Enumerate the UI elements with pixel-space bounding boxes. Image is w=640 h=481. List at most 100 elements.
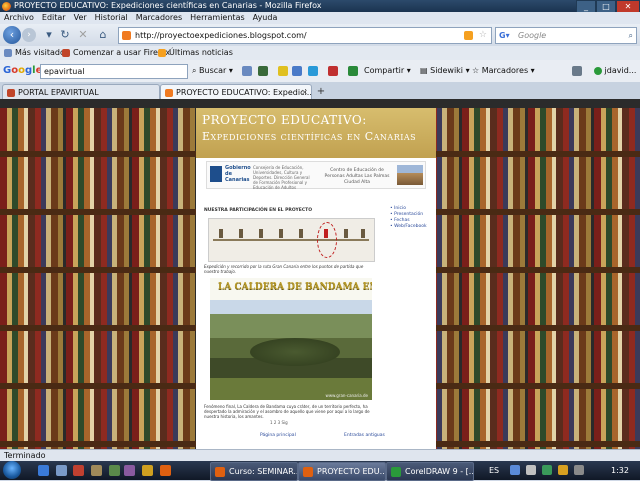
bookmark-star-icon[interactable]: ☆ <box>479 28 487 43</box>
sidebar-link-label: Web/Facebook <box>394 224 427 229</box>
star-folder-icon <box>4 48 12 57</box>
tray-icon[interactable] <box>558 465 568 475</box>
page-viewport: PROYECTO EDUCATIVO: Expediciones científ… <box>0 99 640 449</box>
timeline-marker <box>344 229 348 238</box>
tray-volume-icon[interactable] <box>574 465 584 475</box>
blog-sidebar: • Inicio • Presentación • Fechas • Web/F… <box>390 206 427 230</box>
quicklaunch-app-icon[interactable] <box>142 465 153 476</box>
firefox-icon <box>215 466 225 477</box>
blogger-navbar <box>0 99 640 108</box>
home-icon[interactable]: ⌂ <box>96 28 110 42</box>
address-bar[interactable]: http://proyectoexpediciones.blogspot.com… <box>118 27 492 44</box>
search-bar[interactable]: G▾ Google ⌕ <box>495 27 637 44</box>
taskbar-item-coreldraw[interactable]: CorelDRAW 9 - [... <box>386 462 474 481</box>
quicklaunch-folder-icon[interactable] <box>91 465 102 476</box>
tab-portal-epavirtual[interactable]: PORTAL EPAVIRTUAL <box>2 84 160 100</box>
quicklaunch-desktop-icon[interactable] <box>56 465 67 476</box>
task-label: PROYECTO EDU... <box>317 467 386 476</box>
rss-icon <box>158 48 166 57</box>
photo-credit: www.gran-canaria.de <box>325 393 368 398</box>
timeline-marker <box>361 229 365 238</box>
toolbar-icon-1[interactable] <box>242 66 252 76</box>
menu-historial[interactable]: Historial <box>91 12 132 24</box>
post-pager[interactable]: 1 2 3 Sig <box>270 420 288 425</box>
sidewiki-button[interactable]: ▤ Sidewiki ▾ <box>420 60 470 82</box>
timeline-marker <box>259 229 263 238</box>
bookmark-ultimas-noticias[interactable]: Últimas noticias <box>158 46 233 60</box>
sidebar-link-label: Fechas <box>394 218 410 223</box>
start-button[interactable] <box>3 461 21 479</box>
menu-ver[interactable]: Ver <box>70 12 91 24</box>
quicklaunch-firefox-icon[interactable] <box>160 465 171 476</box>
sidebar-link-label: Presentación <box>394 212 424 217</box>
language-indicator[interactable]: ES <box>489 461 499 480</box>
quicklaunch-ie-icon[interactable] <box>38 465 49 476</box>
plus-icon[interactable] <box>308 66 318 76</box>
translate-icon[interactable] <box>348 66 358 76</box>
caldera-photo: LA CALDERA DE BANDAMA EN GRAN CANARIA ww… <box>210 278 372 400</box>
post-body: Fenómeno final, La Caldera de Bandama cu… <box>204 404 370 419</box>
sidebar-link-web[interactable]: • Web/Facebook <box>390 224 427 230</box>
dropdown-icon[interactable]: ▾ <box>42 28 56 42</box>
new-tab-button[interactable]: + <box>314 85 328 98</box>
menu-herramientas[interactable]: Herramientas <box>186 12 249 24</box>
toolbar-icon-3[interactable] <box>278 66 288 76</box>
search-placeholder: Google <box>518 31 547 40</box>
clock[interactable]: 1:32 <box>611 461 629 480</box>
firefox-bookmark-icon <box>62 48 70 57</box>
google-search-engine-icon[interactable]: G▾ <box>499 28 510 43</box>
coreldraw-icon <box>391 466 401 477</box>
tray-icon[interactable] <box>526 465 536 475</box>
tray-network-icon[interactable] <box>510 465 520 475</box>
toolbar-icon-2[interactable] <box>258 66 268 76</box>
marcadores-button[interactable]: ☆ Marcadores ▾ <box>472 60 535 82</box>
quicklaunch-app-icon[interactable] <box>109 465 120 476</box>
bookmark-mas-visitados[interactable]: Más visitados <box>4 46 69 60</box>
expedition-timeline-image <box>208 218 375 262</box>
close-tab-icon[interactable]: ✕ <box>301 85 308 100</box>
reload-icon[interactable]: ↻ <box>58 28 72 42</box>
photo-title: LA CALDERA DE BANDAMA EN GRAN CANARIA <box>218 282 372 292</box>
menu-ayuda[interactable]: Ayuda <box>249 12 282 24</box>
google-toolbar: Google epavirtual ⌕ Buscar ▾ Compartir ▾… <box>0 60 640 83</box>
google-buscar-button[interactable]: ⌕ Buscar ▾ <box>192 60 233 82</box>
mail-icon[interactable] <box>328 66 338 76</box>
user-account-button[interactable]: jdavid... <box>594 60 636 82</box>
pagina-principal-link[interactable]: Página principal <box>260 433 296 438</box>
marcadores-label: Marcadores <box>481 66 529 75</box>
centro-name: Centro de Educación de Personas Adultas … <box>324 168 390 185</box>
back-arrow-icon[interactable]: ‹ <box>3 26 21 44</box>
quicklaunch-media-icon[interactable] <box>73 465 84 476</box>
status-text: Terminado <box>4 451 46 460</box>
window-title: PROYECTO EDUCATIVO: Expediciones científ… <box>14 1 322 10</box>
stop-icon[interactable]: ✕ <box>76 28 90 42</box>
sidebar-link-label: Inicio <box>394 206 407 211</box>
wrench-icon[interactable] <box>572 66 582 76</box>
user-label: jdavid... <box>604 66 637 75</box>
blog-header[interactable]: PROYECTO EDUCATIVO: Expediciones científ… <box>196 108 436 158</box>
tray-icon[interactable] <box>542 465 552 475</box>
menu-archivo[interactable]: Archivo <box>0 12 38 24</box>
bookmark-label: Últimas noticias <box>169 48 233 57</box>
search-icon[interactable]: ⌕ <box>629 28 633 43</box>
clock-icon[interactable] <box>292 66 302 76</box>
google-toolbar-input[interactable]: epavirtual <box>40 64 188 79</box>
blog-container: PROYECTO EDUCATIVO: Expediciones científ… <box>196 108 436 449</box>
sidewiki-label: Sidewiki <box>430 66 464 75</box>
rss-icon[interactable] <box>464 31 473 40</box>
menu-editar[interactable]: Editar <box>38 12 70 24</box>
compartir-button[interactable]: Compartir ▾ <box>364 60 411 82</box>
firefox-icon <box>303 466 313 477</box>
entradas-antiguas-link[interactable]: Entradas antiguas <box>344 433 385 438</box>
timeline-marker <box>299 229 303 238</box>
forward-arrow-icon[interactable]: › <box>22 28 36 42</box>
tab-proyecto-educativo[interactable]: PROYECTO EDUCATIVO: Expedici... ✕ <box>160 84 312 100</box>
address-url: http://proyectoexpediciones.blogspot.com… <box>135 31 307 40</box>
taskbar-item-proyecto[interactable]: PROYECTO EDU... <box>298 462 386 481</box>
bookmark-comenzar-firefox[interactable]: Comenzar a usar Firefox <box>62 46 170 60</box>
quicklaunch-app-icon[interactable] <box>124 465 135 476</box>
gobierno-name: Gobierno de Canarias <box>225 165 251 183</box>
compartir-label: Compartir <box>364 66 405 75</box>
taskbar-item-curso[interactable]: Curso: SEMINAR... <box>210 462 298 481</box>
menu-marcadores[interactable]: Marcadores <box>132 12 186 24</box>
